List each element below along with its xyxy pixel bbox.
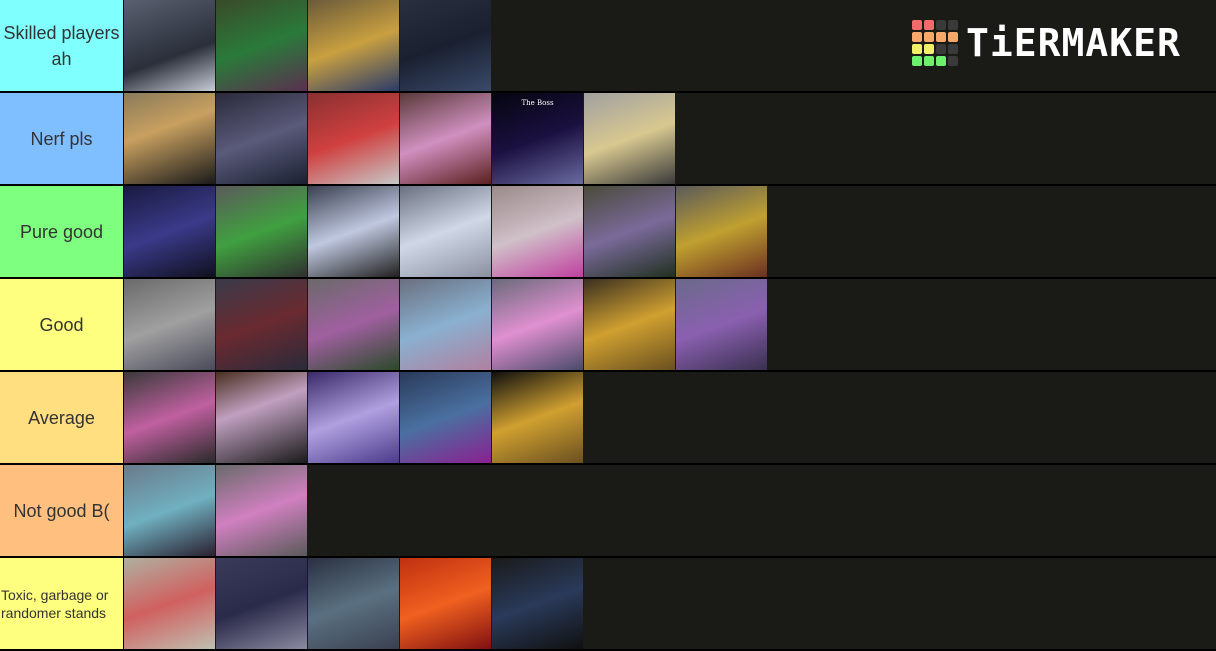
tier-item-image[interactable] <box>308 186 399 277</box>
tier-row: Nerf pls The Boss <box>0 93 1216 186</box>
tier-row: Not good B( <box>0 465 1216 558</box>
tier-items <box>124 279 1216 370</box>
logo-grid-cell <box>924 20 934 30</box>
tier-item-image[interactable] <box>124 372 215 463</box>
tier-label[interactable]: Nerf pls <box>0 93 124 184</box>
logo-grid-cell <box>924 44 934 54</box>
tier-items: The Boss <box>124 93 1216 184</box>
logo-grid-cell <box>912 32 922 42</box>
tier-row: Pure good <box>0 186 1216 279</box>
tier-items <box>124 465 1216 556</box>
tier-item-image[interactable] <box>584 186 675 277</box>
tier-item-image[interactable] <box>400 279 491 370</box>
tier-item-image[interactable] <box>400 558 491 649</box>
tier-item-image[interactable] <box>216 93 307 184</box>
tier-item-image[interactable] <box>492 372 583 463</box>
logo-grid-cell <box>912 20 922 30</box>
tier-label[interactable]: Skilled players ah <box>0 0 124 91</box>
tier-label[interactable]: Toxic, garbage or randomer stands <box>0 558 124 649</box>
logo-grid-cell <box>948 44 958 54</box>
logo-grid-cell <box>924 56 934 66</box>
tier-item-image[interactable] <box>584 93 675 184</box>
tier-item-image[interactable] <box>124 0 215 91</box>
tier-item-image[interactable] <box>216 558 307 649</box>
tier-list-board: Skilled players ah Nerf pls The Boss Pure g… <box>0 0 1216 651</box>
tier-item-image[interactable] <box>400 372 491 463</box>
logo-grid-cell <box>948 56 958 66</box>
tier-row: Toxic, garbage or randomer stands <box>0 558 1216 651</box>
tier-item-image[interactable] <box>216 279 307 370</box>
tier-item-image[interactable] <box>492 558 583 649</box>
logo-grid-cell <box>924 32 934 42</box>
tier-row: Average <box>0 372 1216 465</box>
tier-item-image[interactable] <box>308 93 399 184</box>
tier-item-image[interactable] <box>676 279 767 370</box>
tier-item-image[interactable] <box>308 279 399 370</box>
logo-grid-cell <box>912 44 922 54</box>
logo-grid-cell <box>936 32 946 42</box>
logo-grid-cell <box>948 32 958 42</box>
tier-items <box>124 372 1216 463</box>
tier-item-image[interactable] <box>308 372 399 463</box>
tier-items <box>124 186 1216 277</box>
tier-item-image[interactable] <box>216 0 307 91</box>
tier-item-image[interactable] <box>216 186 307 277</box>
tier-item-image[interactable] <box>400 0 491 91</box>
tier-row: Good <box>0 279 1216 372</box>
tier-item-image[interactable] <box>676 186 767 277</box>
tier-item-image[interactable] <box>124 279 215 370</box>
tier-item-image[interactable]: The Boss <box>492 93 583 184</box>
tier-item-image[interactable] <box>308 0 399 91</box>
tier-item-image[interactable] <box>124 465 215 556</box>
tier-item-image[interactable] <box>400 93 491 184</box>
logo-grid-cell <box>948 20 958 30</box>
tier-item-image[interactable] <box>308 558 399 649</box>
tier-item-image[interactable] <box>124 558 215 649</box>
tier-label[interactable]: Good <box>0 279 124 370</box>
tier-label[interactable]: Pure good <box>0 186 124 277</box>
logo-grid-cell <box>936 56 946 66</box>
logo-grid-cell <box>936 44 946 54</box>
logo-grid-cell <box>912 56 922 66</box>
tier-label[interactable]: Average <box>0 372 124 463</box>
tier-item-image[interactable] <box>216 465 307 556</box>
tier-item-image[interactable] <box>400 186 491 277</box>
tier-item-image[interactable] <box>584 279 675 370</box>
tier-item-image[interactable] <box>216 372 307 463</box>
tier-label[interactable]: Not good B( <box>0 465 124 556</box>
logo-grid-icon <box>912 20 958 66</box>
item-caption: The Boss <box>521 99 554 107</box>
tier-item-image[interactable] <box>124 186 215 277</box>
tier-items <box>124 558 1216 649</box>
logo-grid-cell <box>936 20 946 30</box>
tiermaker-logo: TiERMAKER <box>912 20 1181 66</box>
logo-text: TiERMAKER <box>966 21 1181 65</box>
tier-item-image[interactable] <box>492 186 583 277</box>
tier-item-image[interactable] <box>124 93 215 184</box>
tier-item-image[interactable] <box>492 279 583 370</box>
